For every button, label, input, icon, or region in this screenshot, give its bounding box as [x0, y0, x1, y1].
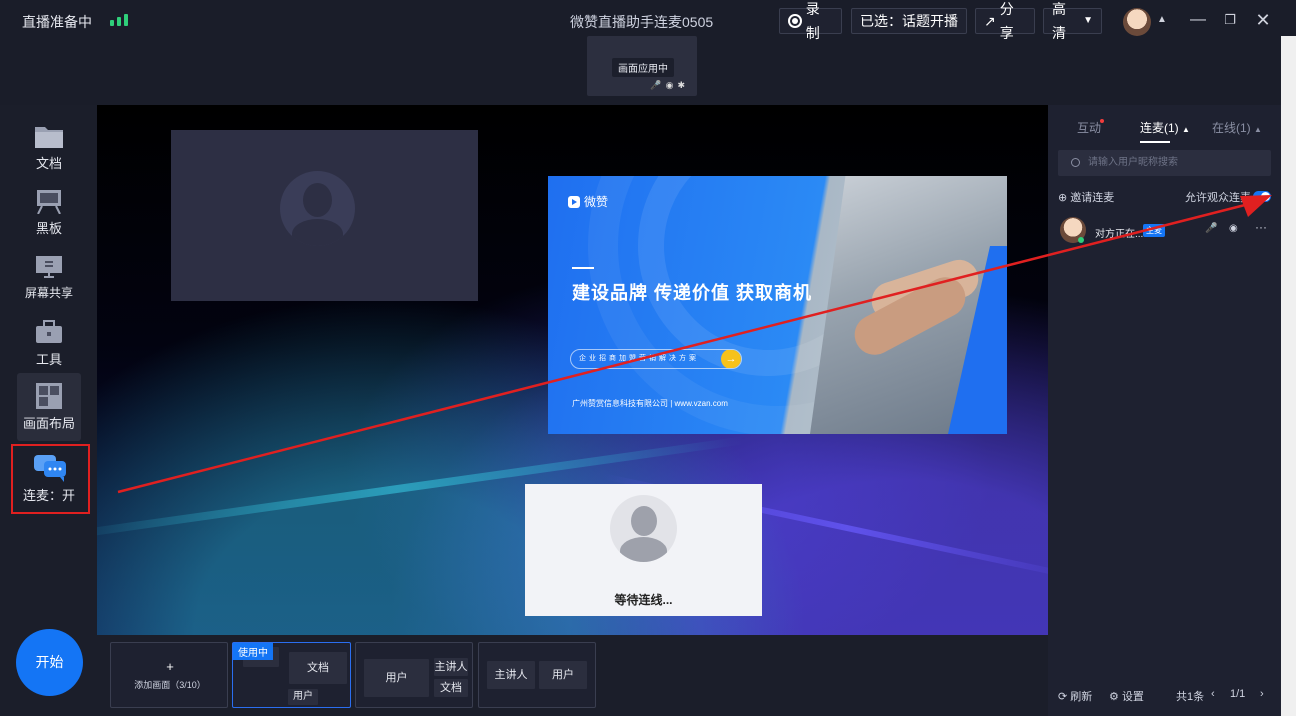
layout-icon — [34, 383, 64, 409]
waiting-guest-tile[interactable]: 等待连线... — [525, 484, 762, 616]
sidebar-item-documents[interactable]: 文档 — [17, 117, 81, 181]
layout-strip: + 添加画面（3/10） 文档 用户 使用中 用户 主讲人 文档 主讲人 用户 — [97, 635, 1048, 716]
mic-icon[interactable]: 🎤 — [1205, 223, 1217, 234]
sidebar-item-screen-share[interactable]: 屏幕共享 — [17, 248, 81, 312]
gear-icon: ⚙ — [1109, 691, 1119, 703]
sidebar-item-layout[interactable]: 画面布局 — [17, 373, 81, 441]
toolbox-icon — [34, 319, 64, 345]
slide-logo: 微赞 — [568, 193, 608, 210]
tab-online[interactable]: 在线(1) ▲ — [1212, 119, 1262, 136]
host-badge: 主麦 — [1143, 224, 1165, 237]
layout-card-active[interactable]: 文档 用户 使用中 — [232, 642, 351, 708]
in-use-tag: 使用中 — [233, 643, 273, 660]
window-edge — [1281, 36, 1296, 716]
quality-select[interactable]: 高清 ▼ — [1043, 1, 1102, 41]
tab-co-host[interactable]: 连麦(1) ▲ — [1140, 119, 1190, 136]
layout-cell: 用户 — [539, 661, 587, 689]
user-search-input[interactable]: 请输入用户昵称搜索 — [1058, 150, 1271, 176]
selected-topic-button[interactable]: 已选：话题开播 — [851, 8, 967, 34]
left-sidebar: 文档 黑板 屏幕共享 工具 画面布局 连麦：开 开始 — [0, 105, 97, 716]
app-window: 直播准备中 微赞直播助手连麦0505 录制 已选：话题开播 ↗ 分享 高清 ▼ … — [0, 0, 1296, 716]
close-icon[interactable]: ✕ — [1253, 10, 1273, 30]
allow-audience-label: 允许观众连麦 — [1185, 192, 1251, 204]
record-icon — [788, 14, 802, 28]
sidebar-item-tools[interactable]: 工具 — [17, 313, 81, 377]
notification-dot — [1100, 119, 1104, 123]
layout-card[interactable]: 用户 主讲人 文档 — [355, 642, 473, 708]
folder-icon — [34, 123, 64, 149]
layout-cell: 文档 — [289, 652, 347, 684]
layout-cell: 主讲人 — [434, 658, 468, 676]
layout-cell: 用户 — [364, 659, 429, 697]
presentation-slide[interactable]: 微赞 建设品牌 传递价值 获取商机 企业招商加盟营销解决方案 → 广州赞赏信息科… — [548, 176, 1007, 434]
refresh-button[interactable]: ⟳ 刷新 — [1058, 688, 1092, 704]
person-placeholder-icon — [610, 495, 677, 562]
search-icon — [1071, 158, 1080, 167]
invite-co-host-button[interactable]: ⊕ 邀请连麦 — [1058, 189, 1114, 205]
camera-placeholder[interactable] — [171, 130, 478, 301]
start-button[interactable]: 开始 — [16, 629, 83, 696]
settings-button[interactable]: ⚙ 设置 — [1109, 688, 1144, 704]
blackboard-icon — [34, 188, 64, 215]
add-layout-button[interactable]: + 添加画面（3/10） — [110, 642, 228, 708]
restore-icon[interactable]: ❐ — [1220, 10, 1240, 30]
camera-icon[interactable]: ◉ — [1229, 223, 1238, 234]
person-placeholder-icon — [280, 171, 355, 246]
preview-status-icons: 🎤◉✱ — [650, 80, 689, 90]
total-count: 共1条 — [1176, 691, 1205, 703]
co-host-user-row[interactable]: 对方正在... 主麦 🎤 ◉ ··· — [1058, 217, 1273, 243]
layout-cell: 文档 — [434, 679, 468, 697]
next-page-icon[interactable]: › — [1260, 688, 1264, 700]
allow-audience-toggle[interactable] — [1253, 191, 1271, 202]
layout-cell: 主讲人 — [487, 661, 535, 689]
slide-headline: 建设品牌 传递价值 获取商机 — [572, 283, 813, 303]
page-indicator: 1/1 — [1230, 688, 1246, 700]
share-button[interactable]: ↗ 分享 — [975, 1, 1035, 41]
record-button[interactable]: 录制 — [779, 1, 842, 41]
more-icon[interactable]: ··· — [1255, 220, 1267, 234]
highlight-box — [11, 444, 90, 514]
slide-pill: 企业招商加盟营销解决方案 → — [570, 349, 742, 369]
arrow-right-icon: → — [721, 350, 741, 368]
monitor-icon — [34, 254, 64, 280]
layout-cell: 用户 — [288, 689, 318, 705]
share-icon: ↗ — [984, 13, 996, 29]
layout-card[interactable]: 主讲人 用户 — [478, 642, 596, 708]
avatar-menu-icon[interactable]: ▲ — [1152, 10, 1172, 30]
window-title: 微赞直播助手连麦0505 — [570, 14, 714, 30]
dropdown-icon: ▼ — [1083, 15, 1093, 26]
logo-icon — [568, 195, 580, 208]
plus-circle-icon: ⊕ — [1058, 192, 1068, 204]
prev-page-icon[interactable]: ‹ — [1211, 688, 1215, 700]
live-canvas: 微赞 建设品牌 传递价值 获取商机 企业招商加盟营销解决方案 → 广州赞赏信息科… — [97, 105, 1048, 635]
preview-thumbnail[interactable]: 画面应用中 🎤◉✱ — [587, 36, 697, 96]
tab-interaction[interactable]: 互动 — [1077, 119, 1101, 136]
slide-divider — [572, 267, 594, 269]
online-indicator — [1078, 237, 1084, 243]
sidebar-item-blackboard[interactable]: 黑板 — [17, 182, 81, 246]
user-avatar[interactable] — [1123, 8, 1151, 36]
slide-footer: 广州赞赏信息科技有限公司 | www.vzan.com — [572, 399, 728, 408]
caret-up-icon: ▲ — [1182, 125, 1190, 134]
top-bar: 直播准备中 微赞直播助手连麦0505 录制 已选：话题开播 ↗ 分享 高清 ▼ … — [0, 0, 1296, 105]
live-status: 直播准备中 — [22, 14, 92, 30]
right-panel: 互动 连麦(1) ▲ 在线(1) ▲ 请输入用户昵称搜索 ⊕ 邀请连麦 允许观众… — [1048, 105, 1281, 716]
caret-up-icon: ▲ — [1254, 125, 1262, 134]
refresh-icon: ⟳ — [1058, 691, 1068, 703]
minimize-icon[interactable]: — — [1188, 10, 1208, 30]
tab-underline — [1140, 141, 1170, 143]
signal-icon — [110, 14, 130, 26]
